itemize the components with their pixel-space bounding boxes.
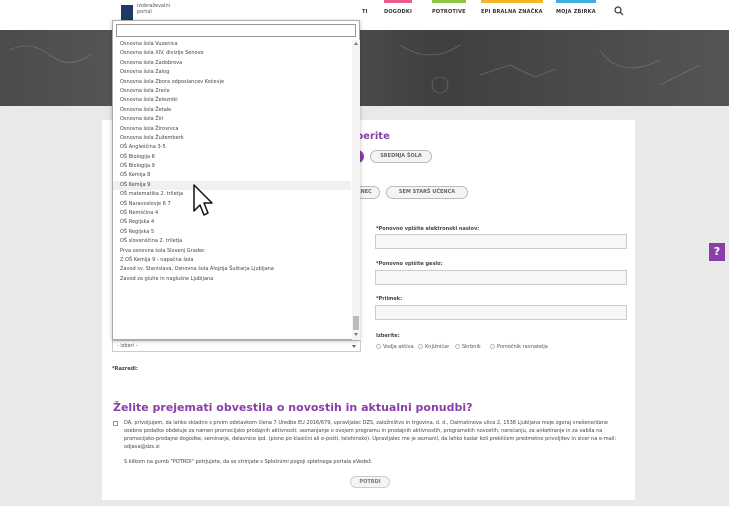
surname-label: *Priimek: [376,296,403,302]
dropdown-option[interactable]: OŠ Naravoslovje 6 7 [113,200,351,209]
dropdown-option[interactable]: OŠ Regijska 5 [113,228,351,237]
class-label: *Razredi: [112,366,138,372]
dropdown-scrollbar[interactable] [352,40,360,340]
surname-input[interactable] [375,305,627,320]
dropdown-option[interactable]: OŠ Biologija 9 [113,162,351,171]
consent-text: DA, privoljujem, da lahko skladno s prvi… [124,420,617,450]
site-header: izobraževalni portal TI DOGODKI POTROTIV… [0,0,729,30]
scroll-up-icon[interactable] [354,42,358,45]
dropdown-option[interactable]: OŠ slovenščina 2. triletja [113,237,351,246]
password-repeat-label: *Ponovno vpišite geslo: [376,261,443,267]
confirm-button[interactable]: POTRDI [350,476,390,488]
role-pill-parent[interactable]: SEM STARŠ UČENCA [386,186,468,199]
dropdown-option[interactable]: Osnovna šola Žetale [113,106,351,115]
choose-label: Izberite: [376,333,400,339]
dropdown-option[interactable]: Osnovna šola Železniki [113,96,351,105]
form-heading: berite [356,131,390,142]
chevron-down-icon [352,345,356,348]
email-repeat-label: *Ponovno vpišite elektronski naslov: [376,226,480,232]
dropdown-option[interactable]: Osnovna šola XIV. divizije Senovo [113,49,351,58]
dropdown-option[interactable]: Osnovna šola Žužemberk [113,134,351,143]
dropdown-option[interactable]: Osnovna šola Žirovnica [113,125,351,134]
nav-item-dogodki[interactable]: DOGODKI [384,0,413,15]
logo-text: izobraževalni portal [137,3,171,15]
nav-item-partial[interactable]: TI [362,9,368,15]
dropdown-option[interactable]: OŠ Nemščina 4 [113,209,351,218]
consent-checkbox[interactable] [113,421,118,426]
school-select[interactable]: - izberi - [112,340,361,352]
dropdown-list: Osnovna šola Vuzenica Osnovna šola XIV. d… [113,40,351,284]
dropdown-option[interactable]: Osnovna šola Zreče [113,87,351,96]
radio-pomocnik-ravnatelja[interactable]: Pomočnik ravnatelja [490,344,548,350]
dropdown-option[interactable]: Prva osnovna šola Slovenj Gradec [113,247,351,256]
scroll-down-icon[interactable] [354,333,358,336]
hero-banner [0,30,729,106]
dropdown-option[interactable]: Osnovna šola Vuzenica [113,40,351,49]
mouse-cursor-icon [193,184,213,216]
dropdown-option[interactable]: OŠ matematika 2. triletja [113,190,351,199]
dropdown-option[interactable]: Osnovna šola Zalog [113,68,351,77]
chalkboard-pattern [9,44,701,94]
dropdown-option[interactable]: Osnovna šola Žiri [113,115,351,124]
terms-text: S klikom na gumb "POTRDI" potrjujete, da… [124,459,373,465]
email-repeat-input[interactable] [375,234,627,249]
dropdown-option[interactable]: Zavod sv. Stanislava, Osnovna šola Alojz… [113,265,351,274]
dropdown-option[interactable]: Osnovna šola Zadobrova [113,59,351,68]
radio-knjiznicar[interactable]: Knjižničar [418,344,449,350]
dropdown-option[interactable]: Zavod za gluhe in naglušne Ljubljana [113,275,351,284]
password-repeat-input[interactable] [375,270,627,285]
dropdown-option[interactable]: Z OŠ Kemija 9 - napačna šola [113,256,351,265]
scroll-thumb[interactable] [353,316,359,330]
search-icon[interactable] [613,5,625,17]
radio-skrbnik[interactable]: Skrbnik [455,344,481,350]
school-dropdown: Osnovna šola Vuzenica Osnovna šola XIV. d… [112,20,360,340]
dropdown-option[interactable]: OŠ Biologija 8 [113,153,351,162]
school-type-pill-secondary[interactable]: SREDNJA ŠOLA [370,150,432,163]
nav-item-moja-zbirka[interactable]: MOJA ZBIRKA [556,0,596,15]
dropdown-option[interactable]: OŠ Angleščina 3-5 [113,143,351,152]
dropdown-option[interactable]: OŠ Kemija 8 [113,171,351,180]
dropdown-search-input[interactable] [116,24,356,37]
dropdown-option[interactable]: OŠ Regijska 4 [113,218,351,227]
dropdown-option[interactable]: OŠ Kemija 9 [113,180,351,191]
dropdown-option[interactable]: Osnovna šola Zbora odposlancev Kočevje [113,78,351,87]
help-button[interactable]: ? [709,243,725,261]
nav-item-potrotive[interactable]: POTROTIVE [432,0,466,15]
nav-item-epi-bralna-znacka[interactable]: EPI BRALNA ZNAČKA [481,0,543,15]
radio-vodja-aktiva[interactable]: Vodja aktiva [376,344,414,350]
newsletter-title: Želite prejemati obvestila o novostih in… [113,401,473,414]
